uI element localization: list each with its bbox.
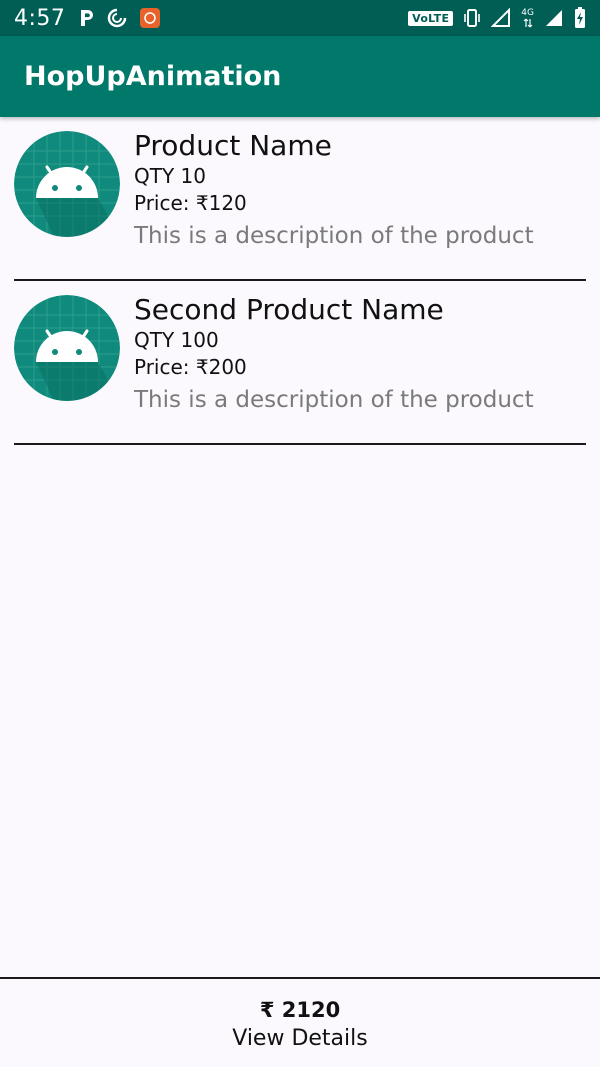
signal-full-icon: [544, 8, 564, 28]
signal-icon: [491, 8, 511, 28]
product-description: This is a description of the product: [134, 223, 534, 249]
view-details-button[interactable]: View Details: [232, 1025, 367, 1053]
product-list: Product Name QTY 10 Price: ₹120 This is …: [0, 117, 600, 445]
product-qty: QTY 100: [134, 328, 219, 352]
product-name: Second Product Name: [134, 293, 444, 326]
app-bar: HopUpAnimation: [0, 36, 600, 117]
parking-app-icon: [79, 9, 95, 27]
product-details: Product Name QTY 10 Price: ₹120 This is …: [134, 129, 534, 253]
list-item[interactable]: Second Product Name QTY 100 Price: ₹200 …: [14, 281, 586, 445]
vibrate-icon: [463, 8, 481, 28]
product-price: Price: ₹200: [134, 355, 247, 379]
notification-icons: [79, 7, 161, 29]
battery-icon: [574, 7, 586, 29]
product-qty: QTY 10: [134, 164, 206, 188]
app-notification-icon: [139, 7, 161, 29]
product-name: Product Name: [134, 129, 332, 162]
system-status-icons: VoLTE 4G: [408, 7, 586, 29]
android-icon: [14, 295, 120, 401]
status-time: 4:57: [14, 5, 66, 31]
network-type-label: 4G: [521, 7, 534, 18]
app-title: HopUpAnimation: [24, 61, 282, 92]
volte-badge: VoLTE: [408, 10, 454, 26]
data-4g-icon: 4G: [521, 7, 534, 28]
android-icon: [14, 131, 120, 237]
product-price: Price: ₹120: [134, 191, 247, 215]
list-item[interactable]: Product Name QTY 10 Price: ₹120 This is …: [14, 117, 586, 281]
status-bar: 4:57 VoLTE 4G: [0, 0, 600, 36]
cart-summary-bar[interactable]: ₹ 2120 View Details: [0, 977, 600, 1067]
product-details: Second Product Name QTY 100 Price: ₹200 …: [134, 293, 534, 417]
total-amount: ₹ 2120: [259, 998, 341, 1022]
sync-app-icon: [107, 8, 128, 28]
product-description: This is a description of the product: [134, 387, 534, 413]
